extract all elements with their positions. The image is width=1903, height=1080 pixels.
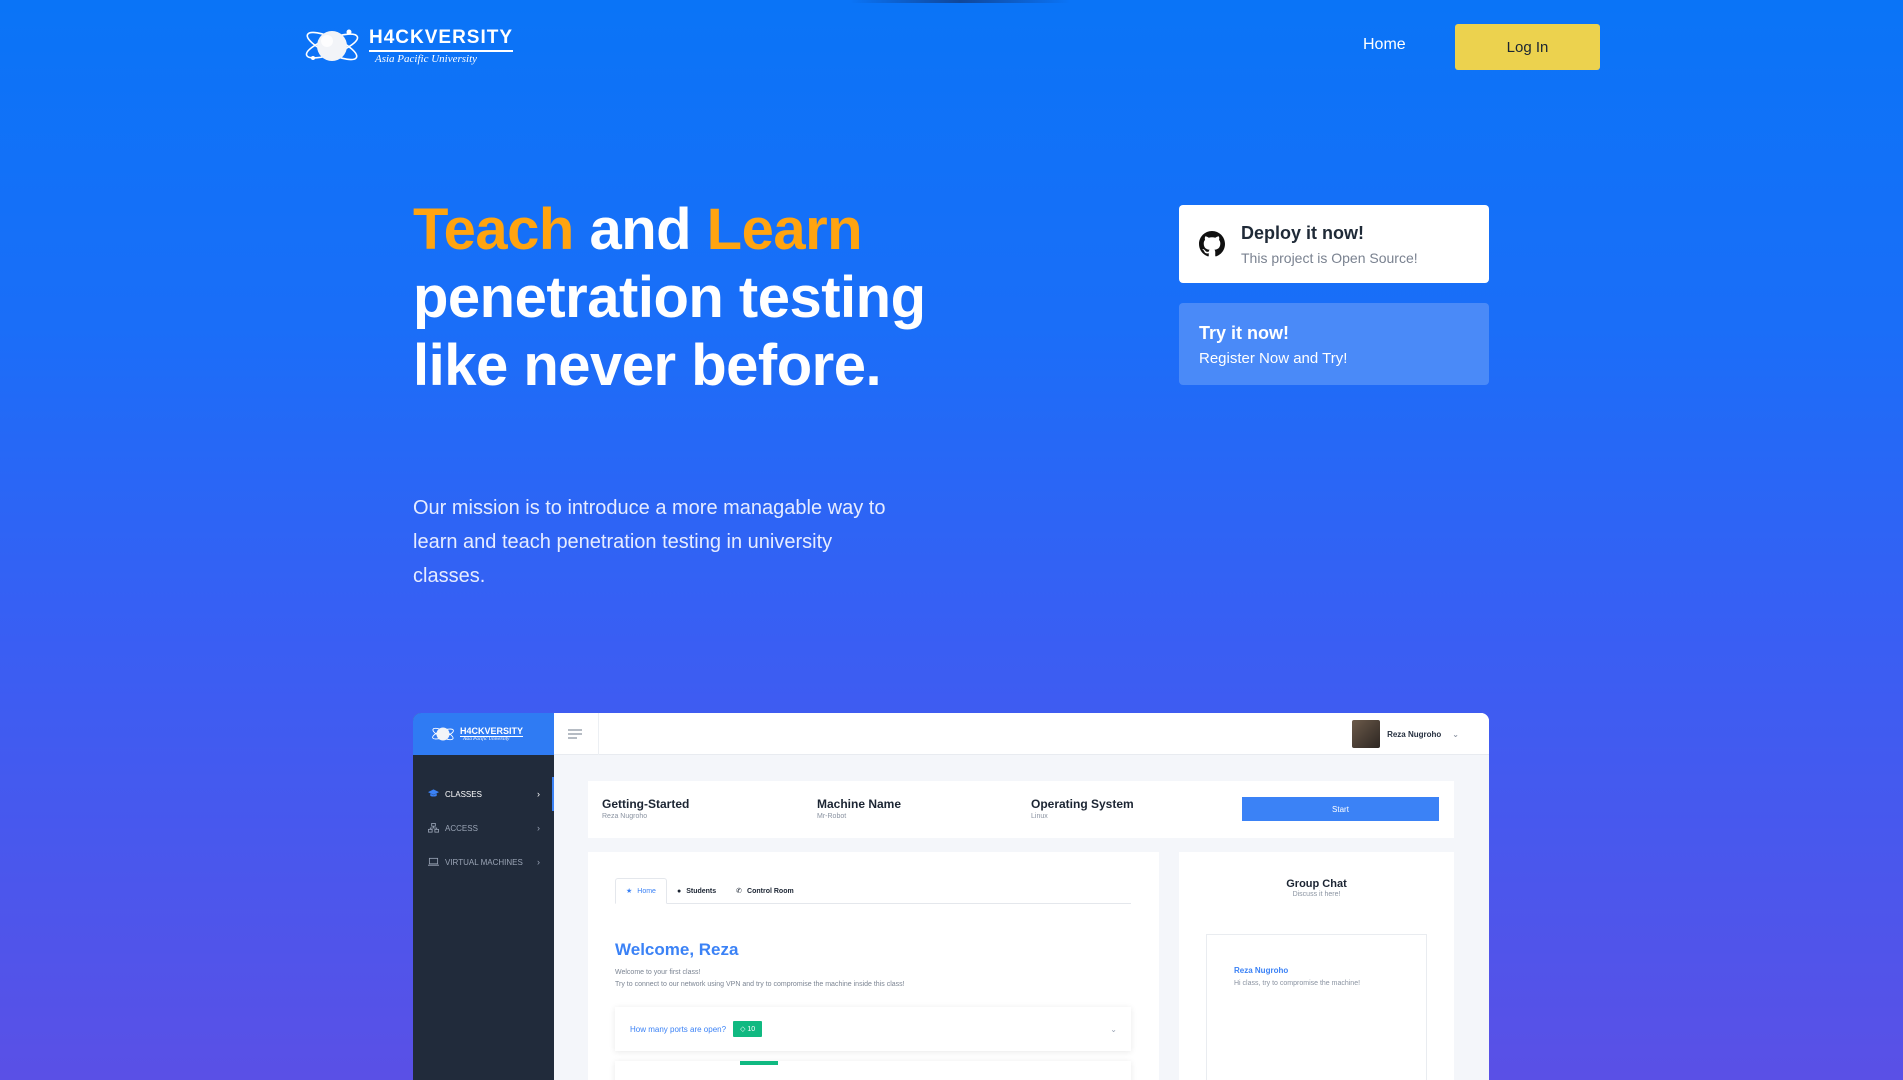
sidebar-item-label: ACCESS [445, 823, 478, 833]
class-tabs: ★ Home ● Students ✆ Control Room [615, 878, 1131, 904]
preview-sidebar-logo: H4CKVERSITY Asia Pacific University [413, 713, 554, 755]
sidebar-item-classes[interactable]: CLASSES › [428, 784, 540, 804]
chat-message: Hi class, try to compromise the machine! [1234, 980, 1361, 987]
machine-info: Machine Name Mr-Robot [817, 797, 901, 820]
preview-sidebar: H4CKVERSITY Asia Pacific University CLAS… [413, 713, 554, 1080]
deploy-card-subtitle: This project is Open Source! [1241, 249, 1418, 266]
tab-label: Students [686, 887, 717, 895]
graduation-cap-icon [428, 789, 439, 797]
points-badge: ◇ 10 [733, 1021, 763, 1037]
question-row[interactable] [615, 1061, 1131, 1080]
class-info: Getting-Started Reza Nugroho [602, 797, 689, 820]
os-info: Operating System Linux [1031, 797, 1134, 820]
chevron-right-icon: › [537, 857, 540, 867]
hero-description: Our mission is to introduce a more manag… [413, 497, 886, 587]
try-card-title: Try it now! [1199, 323, 1289, 343]
user-name: Reza Nugroho [1387, 729, 1442, 739]
globe-icon [305, 29, 359, 61]
tab-label: Control Room [747, 887, 794, 895]
points-value: 10 [747, 1026, 756, 1033]
chevron-right-icon: › [537, 823, 540, 833]
phone-icon: ✆ [736, 888, 743, 895]
deploy-card[interactable]: Deploy it now! This project is Open Sour… [1179, 205, 1489, 283]
nav-home-link[interactable]: Home [1363, 36, 1406, 54]
class-main-card: ★ Home ● Students ✆ Control Room Welcome, R… [588, 852, 1159, 1080]
laptop-icon [428, 857, 439, 866]
try-card[interactable]: Try it now! Register Now and Try! [1179, 303, 1489, 385]
user-menu[interactable]: Reza Nugroho ⌄ [1352, 720, 1459, 748]
hero-title-learn: Learn [706, 197, 863, 262]
tab-home[interactable]: ★ Home [615, 878, 667, 904]
hero-title: Teach and Learn penetration testing like … [413, 196, 933, 400]
group-chat-card: Group Chat Discuss it here! Reza Nugroho… [1179, 852, 1454, 1080]
chat-sender: Reza Nugroho [1234, 966, 1289, 975]
sidebar-item-label: CLASSES [445, 789, 482, 799]
machine-name-value: Mr-Robot [817, 813, 847, 820]
login-button[interactable]: Log In [1455, 24, 1600, 70]
chat-title: Group Chat [1286, 878, 1347, 890]
class-info-strip: Getting-Started Reza Nugroho Machine Nam… [588, 781, 1454, 838]
preview-brand-subtitle: Asia Pacific University [463, 737, 510, 742]
welcome-heading: Welcome, Reza [615, 940, 739, 959]
class-name: Getting-Started [602, 797, 690, 811]
class-owner: Reza Nugroho [602, 813, 648, 820]
os-label: Operating System [1031, 797, 1134, 811]
globe-icon [432, 727, 454, 741]
network-icon [428, 823, 439, 833]
star-icon: ★ [626, 888, 633, 895]
tab-label: Home [637, 887, 656, 895]
sidebar-item-access[interactable]: ACCESS › [428, 818, 540, 838]
os-value: Linux [1031, 813, 1048, 820]
brand-logo[interactable]: H4CKVERSITY Asia Pacific University [303, 22, 514, 70]
deploy-card-title: Deploy it now! [1241, 222, 1364, 243]
chat-messages[interactable]: Reza Nugroho Hi class, try to compromise… [1206, 934, 1427, 1080]
machine-name-label: Machine Name [817, 797, 902, 811]
preview-topbar: Reza Nugroho ⌄ [554, 713, 1489, 755]
points-badge [740, 1061, 778, 1065]
question-row[interactable]: How many ports are open? ◇ 10 ⌄ [615, 1007, 1131, 1051]
brand-subtitle: Asia Pacific University [375, 53, 478, 65]
topbar-divider [598, 713, 599, 755]
preview-brand-name: H4CKVERSITY [460, 726, 524, 737]
avatar [1352, 720, 1381, 748]
menu-icon[interactable] [568, 729, 582, 739]
sidebar-item-virtual-machines[interactable]: VIRTUAL MACHINES › [428, 852, 540, 872]
question-text: How many ports are open? [630, 1024, 727, 1034]
welcome-line-2: Try to connect to our network using VPN … [615, 981, 905, 988]
chevron-down-icon: ⌄ [1110, 1024, 1117, 1034]
brand-name: H4CKVERSITY [369, 27, 514, 52]
sidebar-item-label: VIRTUAL MACHINES [445, 857, 523, 867]
tab-students[interactable]: ● Students [667, 878, 726, 904]
hero-title-teach: Teach [413, 197, 574, 262]
hero-title-and: and [573, 197, 707, 262]
chevron-down-icon: ⌄ [1452, 729, 1459, 739]
sidebar-active-indicator [552, 777, 554, 811]
start-machine-button[interactable]: Start [1242, 797, 1439, 821]
welcome-line-1: Welcome to your first class! [615, 969, 701, 976]
app-preview-screenshot: H4CKVERSITY Asia Pacific University CLAS… [413, 713, 1489, 1080]
top-navbar: H4CKVERSITY Asia Pacific University Home… [0, 0, 1903, 92]
chevron-right-icon: › [537, 789, 540, 799]
chat-subtitle: Discuss it here! [1292, 891, 1341, 898]
user-icon: ● [676, 887, 682, 895]
github-icon [1199, 231, 1225, 257]
try-card-subtitle: Register Now and Try! [1199, 350, 1348, 367]
hero-title-rest: penetration testing like never before. [413, 265, 926, 398]
tab-control-room[interactable]: ✆ Control Room [726, 878, 804, 904]
